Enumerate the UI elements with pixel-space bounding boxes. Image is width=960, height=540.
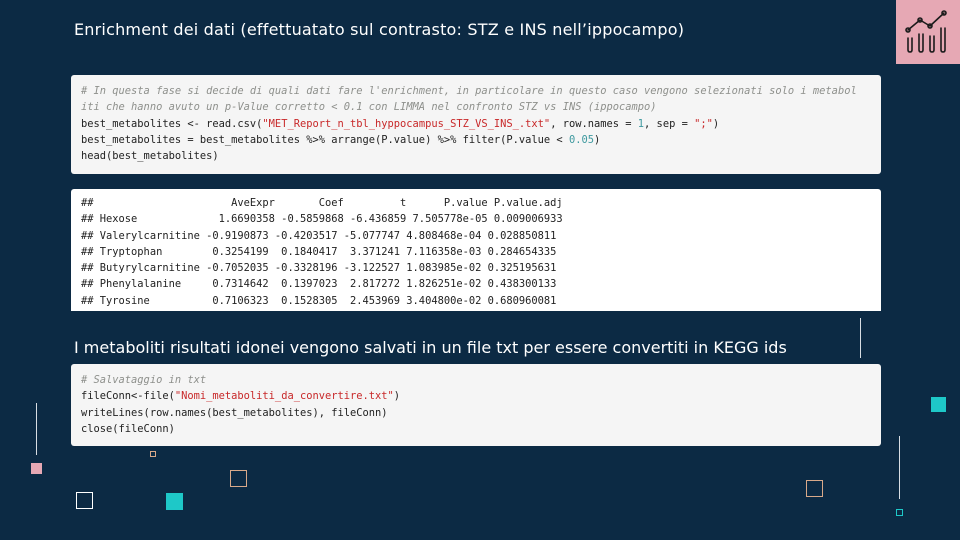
output-row: ## Valerylcarnitine -0.9190873 -0.420351… — [81, 229, 557, 242]
bar-chart-trend-icon — [905, 10, 947, 53]
code-comment: # Salvataggio in txt — [81, 374, 207, 386]
output-row: ## Tryptophan 0.3254199 0.1840417 3.3712… — [81, 245, 557, 258]
code-line-file: fileConn<-file("Nomi_metaboliti_da_conve… — [81, 390, 401, 403]
code-output-table: ## AveExpr Coef t P.value P.value.adj ## … — [71, 189, 881, 311]
decor-line — [36, 403, 37, 455]
code-line-read-csv: best_metabolites <- read.csv("MET_Report… — [81, 117, 720, 130]
code-line-writelines: writeLines(row.names(best_metabolites), … — [81, 406, 388, 419]
decor-square-tan — [230, 470, 247, 487]
code-block-save: # Salvataggio in txt fileConn<-file("Nomi… — [71, 364, 881, 446]
output-row: ## Phenylalanine 0.7314642 0.1397023 2.8… — [81, 278, 557, 291]
decor-square-teal-small — [896, 509, 903, 516]
decor-square-teal — [931, 397, 946, 412]
decor-square-tan-small — [150, 451, 156, 457]
code-line-filter: best_metabolites = best_metabolites %>% … — [81, 133, 601, 146]
output-row: ## Hexose 1.6690358 -0.5859868 -6.436859… — [81, 213, 563, 226]
decor-line — [899, 436, 900, 499]
decor-square-tan — [806, 480, 823, 497]
output-row: ## AveExpr Coef t P.value P.value.adj — [81, 197, 563, 209]
decor-square-white — [76, 492, 93, 509]
output-row: ## Butyrylcarnitine -0.7052035 -0.332819… — [81, 262, 557, 275]
code-line-head: head(best_metabolites) — [81, 150, 219, 163]
logo — [896, 0, 960, 64]
slide-title: Enrichment dei dati (effettuatato sul co… — [74, 20, 685, 39]
code-comment: iti che hanno avuto un p-Value corretto … — [81, 101, 657, 114]
output-row: ## Tyrosine 0.7106323 0.1528305 2.453969… — [81, 294, 557, 307]
code-comment: # In questa fase si decide di quali dati… — [81, 85, 857, 97]
decor-line — [860, 318, 861, 358]
code-block-enrichment: # In questa fase si decide di quali dati… — [71, 75, 881, 174]
section-subtitle: I metaboliti risultati idonei vengono sa… — [74, 338, 787, 357]
decor-square-teal — [166, 493, 183, 510]
code-line-close: close(fileConn) — [81, 422, 175, 435]
decor-square-pink — [31, 463, 42, 474]
